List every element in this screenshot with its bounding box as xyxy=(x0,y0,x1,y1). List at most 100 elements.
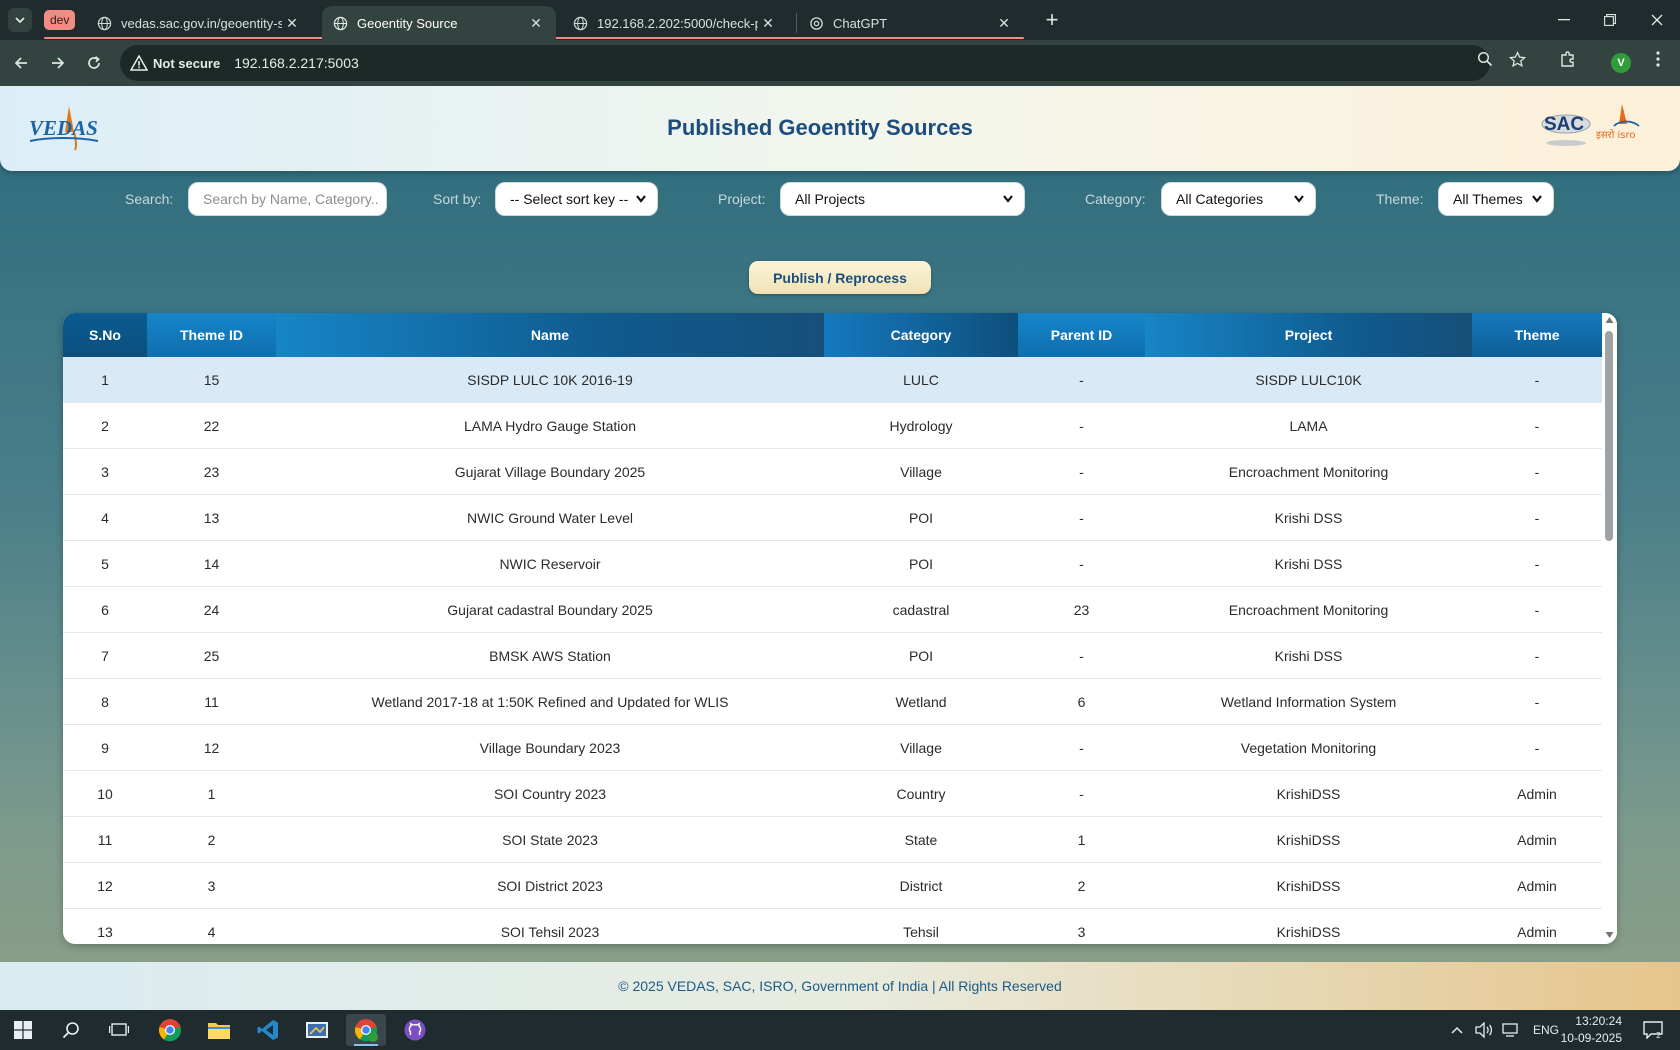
cell-category: Wetland xyxy=(895,694,947,710)
cell-theme-id: 23 xyxy=(203,464,220,480)
url-text[interactable]: 192.168.2.217:5003 xyxy=(234,55,359,71)
close-icon xyxy=(1651,14,1663,26)
theme-select[interactable]: All Themes xyxy=(1438,182,1554,216)
table-row[interactable]: 2 22 LAMA Hydro Gauge Station Hydrology - LAM… xyxy=(63,403,1602,449)
tab-chatgpt[interactable]: ChatGPT ✕ xyxy=(798,6,1024,40)
bookmark-button[interactable] xyxy=(1507,49,1527,69)
column-header-theme[interactable]: Theme xyxy=(1472,313,1602,357)
file-explorer-icon[interactable] xyxy=(199,1014,239,1046)
table-row[interactable]: 5 14 NWIC Reservoir POI - Krishi DSS - xyxy=(63,541,1602,587)
cell-parent-id: - xyxy=(1079,510,1084,526)
sort-select[interactable]: -- Select sort key -- xyxy=(495,182,658,216)
search-icon[interactable] xyxy=(51,1014,91,1046)
reload-button[interactable] xyxy=(81,50,107,76)
minimize-button[interactable] xyxy=(1541,0,1587,40)
kebab-menu-icon xyxy=(1656,51,1660,67)
cell-name: SOI Country 2023 xyxy=(493,786,607,802)
table-row[interactable]: 10 1 SOI Country 2023 Country - KrishiDSS Admi… xyxy=(63,771,1602,817)
tab-group-chip[interactable]: dev xyxy=(44,10,76,30)
network-icon[interactable] xyxy=(1501,1022,1519,1038)
notifications-icon[interactable]: 2 xyxy=(1633,1014,1673,1046)
system-clock[interactable]: 13:20:24 10-09-2025 xyxy=(1552,1013,1622,1047)
new-tab-button[interactable]: + xyxy=(1040,7,1064,32)
window-close-button[interactable] xyxy=(1634,0,1680,40)
cell-parent-id: - xyxy=(1079,556,1084,572)
tab-geoentity-source[interactable]: Geoentity Source ✕ xyxy=(322,6,556,40)
cell-theme: - xyxy=(1534,418,1540,434)
table-row[interactable]: 4 13 NWIC Ground Water Level POI - Krishi DSS… xyxy=(63,495,1602,541)
cell-sno: 1 xyxy=(101,372,109,388)
cell-theme: - xyxy=(1534,464,1540,480)
publish-reprocess-button[interactable]: Publish / Reprocess xyxy=(749,261,931,294)
chrome-icon[interactable] xyxy=(150,1014,190,1046)
arrow-left-icon xyxy=(14,57,27,69)
cell-theme: - xyxy=(1534,602,1540,618)
volume-icon[interactable] xyxy=(1475,1022,1493,1038)
tab-search-button[interactable] xyxy=(8,8,32,32)
security-chip[interactable]: Not secure xyxy=(130,55,220,71)
scroll-down-icon[interactable] xyxy=(1605,931,1614,939)
cell-parent-id: 2 xyxy=(1077,878,1086,894)
github-desktop-icon[interactable] xyxy=(395,1014,435,1046)
cell-name: NWIC Ground Water Level xyxy=(467,510,633,526)
table-row[interactable]: 13 4 SOI Tehsil 2023 Tehsil 3 KrishiDSS Admin xyxy=(63,909,1602,944)
scroll-up-icon[interactable] xyxy=(1605,316,1614,324)
table-row[interactable]: 1 15 SISDP LULC 10K 2016-19 LULC - SISDP LULC… xyxy=(63,357,1602,403)
cell-theme: - xyxy=(1534,556,1540,572)
table-row[interactable]: 7 25 BMSK AWS Station POI - Krishi DSS - xyxy=(63,633,1602,679)
vscode-icon[interactable] xyxy=(248,1014,288,1046)
scrollbar-thumb[interactable] xyxy=(1605,331,1613,541)
minimize-icon xyxy=(1558,19,1570,21)
address-bar[interactable]: Not secure 192.168.2.217:5003 xyxy=(120,45,1490,81)
close-icon[interactable]: ✕ xyxy=(758,13,778,33)
table-row[interactable]: 11 2 SOI State 2023 State 1 KrishiDSS Admin xyxy=(63,817,1602,863)
close-icon[interactable]: ✕ xyxy=(994,13,1014,33)
table-row[interactable]: 3 23 Gujarat Village Boundary 2025 Village -… xyxy=(63,449,1602,495)
cell-theme-id: 2 xyxy=(207,832,216,848)
column-header-category[interactable]: Category xyxy=(824,313,1018,357)
column-header-project[interactable]: Project xyxy=(1145,313,1472,357)
chevron-up-icon[interactable] xyxy=(1451,1026,1463,1034)
project-select[interactable]: All Projects xyxy=(780,182,1025,216)
close-icon[interactable]: ✕ xyxy=(282,13,302,33)
category-select[interactable]: All Categories xyxy=(1161,182,1316,216)
profile-avatar[interactable]: V xyxy=(1611,53,1631,73)
chrome-profile-icon[interactable] xyxy=(346,1014,386,1046)
task-view-icon[interactable] xyxy=(99,1014,139,1046)
search-input[interactable]: Search by Name, Category.. xyxy=(188,182,387,216)
zoom-button[interactable] xyxy=(1475,49,1495,69)
windows-taskbar: ENG 13:20:24 10-09-2025 2 xyxy=(0,1010,1680,1050)
browser-menu-button[interactable] xyxy=(1648,49,1668,69)
active-app-indicator xyxy=(354,1044,378,1046)
chevron-down-icon xyxy=(1532,195,1542,203)
table-row[interactable]: 8 11 Wetland 2017-18 at 1:50K Refined and … xyxy=(63,679,1602,725)
table-row[interactable]: 9 12 Village Boundary 2023 Village - Vegetati… xyxy=(63,725,1602,771)
cell-category: POI xyxy=(908,510,934,526)
cell-name: NWIC Reservoir xyxy=(499,556,601,572)
tab-check-pyramid[interactable]: 192.168.2.202:5000/check-pyrar ✕ xyxy=(562,6,788,40)
page-header: VEDAS Published Geoentity Sources SAC इस… xyxy=(0,86,1680,171)
chevron-down-icon xyxy=(1294,195,1304,203)
tab-vedas-geoentity[interactable]: vedas.sac.gov.in/geoentity-serv ✕ xyxy=(86,6,312,40)
cell-theme-id: 1 xyxy=(207,786,216,802)
warning-icon xyxy=(130,55,148,71)
forward-button[interactable] xyxy=(45,50,71,76)
page-content: VEDAS Published Geoentity Sources SAC इस… xyxy=(0,86,1680,1010)
column-header-name[interactable]: Name xyxy=(276,313,824,357)
cell-category: Hydrology xyxy=(889,418,953,434)
column-header-theme-id[interactable]: Theme ID xyxy=(147,313,276,357)
close-icon[interactable]: ✕ xyxy=(526,13,546,33)
table-row[interactable]: 6 24 Gujarat cadastral Boundary 2025 cadast… xyxy=(63,587,1602,633)
extensions-button[interactable] xyxy=(1558,49,1578,69)
table-row[interactable]: 12 3 SOI District 2023 District 2 KrishiDSS Ad… xyxy=(63,863,1602,909)
column-header-parent-id[interactable]: Parent ID xyxy=(1018,313,1145,357)
table-scrollbar[interactable] xyxy=(1602,313,1617,944)
chevron-down-icon xyxy=(15,17,25,24)
windows-start-icon[interactable] xyxy=(3,1014,43,1046)
cell-name: Village Boundary 2023 xyxy=(479,740,621,756)
restore-button[interactable] xyxy=(1587,0,1633,40)
column-header-sno[interactable]: S.No xyxy=(63,313,147,357)
snipping-tool-icon[interactable] xyxy=(297,1014,337,1046)
cell-name: SISDP LULC 10K 2016-19 xyxy=(467,372,633,388)
back-button[interactable] xyxy=(8,50,34,76)
